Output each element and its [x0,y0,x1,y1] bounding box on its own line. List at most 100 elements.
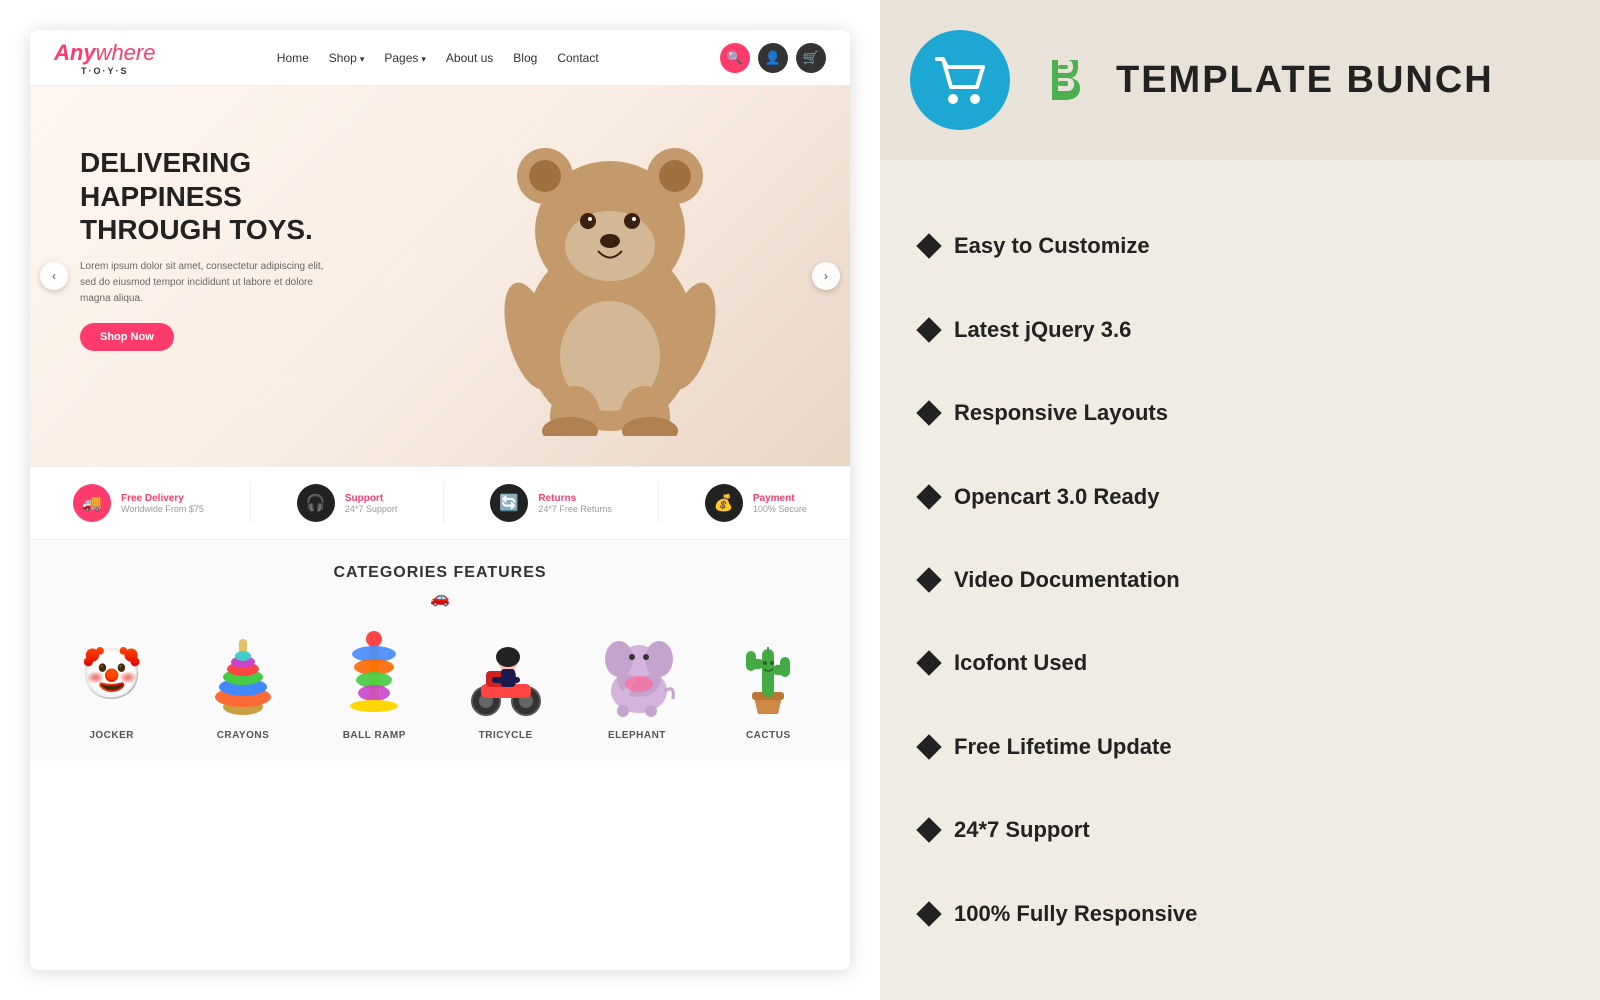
feature-support-sub: 24*7 Support [345,504,398,514]
feature-delivery: 🚚 Free Delivery Worldwide From $75 [73,484,204,522]
nav-contact[interactable]: Contact [557,51,598,65]
bullet-6 [916,734,941,759]
hero-content: DELIVERING HAPPINESS THROUGH TOYS. Lorem… [80,146,380,351]
feature-payment: 💰 Payment 100% Secure [705,484,807,522]
tricycle-image [456,624,556,724]
nav-blog[interactable]: Blog [513,51,537,65]
ball-ramp-label: BALL RAMP [343,730,406,741]
feature-label-8: 100% Fully Responsive [954,901,1197,927]
nav-pages[interactable]: Pages [384,51,426,65]
feature-row-3: Opencart 3.0 Ready [920,480,1560,514]
feature-payment-text: Payment 100% Secure [753,493,807,514]
feature-label-7: 24*7 Support [954,817,1090,843]
bullet-1 [916,317,941,342]
cactus-label: CACTUS [746,730,791,741]
feature-row-4: Video Documentation [920,563,1560,597]
feature-divider-2 [443,483,444,523]
feature-payment-sub: 100% Secure [753,504,807,514]
carousel-right-arrow[interactable]: › [812,262,840,290]
feature-label-6: Free Lifetime Update [954,734,1172,760]
category-tricycle[interactable]: TRICYCLE [456,624,556,741]
feature-row-2: Responsive Layouts [920,396,1560,430]
feature-row-8: 100% Fully Responsive [920,897,1560,931]
category-ball-ramp[interactable]: BALL RAMP [324,624,424,741]
tricycle-label: TRICYCLE [479,730,533,741]
feature-delivery-sub: Worldwide From $75 [121,504,204,514]
carousel-left-arrow[interactable]: ‹ [40,262,68,290]
feature-returns-sub: 24*7 Free Returns [538,504,612,514]
feature-row-1: Latest jQuery 3.6 [920,313,1560,347]
jocker-label: JOCKER [89,730,134,741]
header-icons: 🔍 👤 🛒 [720,43,826,73]
feature-returns: 🔄 Returns 24*7 Free Returns [490,484,612,522]
feature-row-0: Easy to Customize [920,229,1560,263]
nav-shop[interactable]: Shop [329,51,365,65]
nav-home[interactable]: Home [277,51,309,65]
feature-label-0: Easy to Customize [954,233,1150,259]
site-logo: Anywhere T·O·Y·S [54,40,155,76]
feature-support-text: Support 24*7 Support [345,493,398,514]
feature-label-2: Responsive Layouts [954,400,1168,426]
hero-section: ‹ DELIVERING HAPPINESS THROUGH TOYS. Lor… [30,86,850,466]
cart-button[interactable]: 🛒 [796,43,826,73]
bullet-7 [916,817,941,842]
hero-title: DELIVERING HAPPINESS THROUGH TOYS. [80,146,380,247]
support-icon: 🎧 [297,484,335,522]
category-cactus[interactable]: CACTUS [718,624,818,741]
feature-support-title: Support [345,493,398,504]
categories-section: CATEGORIES FEATURES 🚗 🤡 JOCKER [30,540,850,761]
category-jocker[interactable]: 🤡 JOCKER [62,624,162,741]
feature-row-5: Icofont Used [920,646,1560,680]
features-bar: 🚚 Free Delivery Worldwide From $75 🎧 Sup… [30,466,850,540]
feature-label-3: Opencart 3.0 Ready [954,484,1159,510]
categories-title: CATEGORIES FEATURES [50,564,830,582]
elephant-image [587,624,687,724]
nav-about[interactable]: About us [446,51,493,65]
bullet-3 [916,484,941,509]
website-frame: Anywhere T·O·Y·S Home Shop Pages About u… [30,30,850,970]
ball-ramp-image [324,624,424,724]
bullet-5 [916,651,941,676]
tb-logo-area: TEMPLATE BUNCH [1030,45,1494,115]
payment-icon: 💰 [705,484,743,522]
jocker-image: 🤡 [62,624,162,724]
right-panel: TEMPLATE BUNCH Easy to Customize Latest … [880,0,1600,1000]
feature-payment-title: Payment [753,493,807,504]
features-list: Easy to Customize Latest jQuery 3.6 Resp… [880,160,1600,1000]
site-header: Anywhere T·O·Y·S Home Shop Pages About u… [30,30,850,86]
feature-label-5: Icofont Used [954,650,1087,676]
elephant-label: ELEPHANT [608,730,666,741]
site-nav: Home Shop Pages About us Blog Contact [277,51,599,65]
feature-returns-text: Returns 24*7 Free Returns [538,493,612,514]
shop-now-button[interactable]: Shop Now [80,323,174,351]
hero-bear-image [450,96,770,456]
hero-description: Lorem ipsum dolor sit amet, consectetur … [80,259,340,307]
user-button[interactable]: 👤 [758,43,788,73]
cactus-image [718,624,818,724]
left-panel: Anywhere T·O·Y·S Home Shop Pages About u… [0,0,880,1000]
feature-row-6: Free Lifetime Update [920,730,1560,764]
delivery-icon: 🚚 [73,484,111,522]
tb-header: TEMPLATE BUNCH [880,0,1600,160]
feature-divider-3 [658,483,659,523]
feature-label-1: Latest jQuery 3.6 [954,317,1131,343]
logo-toys: T·O·Y·S [54,66,155,76]
category-crayons[interactable]: CRAYONS [193,624,293,741]
returns-icon: 🔄 [490,484,528,522]
search-button[interactable]: 🔍 [720,43,750,73]
feature-delivery-text: Free Delivery Worldwide From $75 [121,493,204,514]
crayons-image [193,624,293,724]
bullet-0 [916,234,941,259]
bullet-8 [916,901,941,926]
bullet-2 [916,400,941,425]
tb-brand-name: TEMPLATE BUNCH [1116,59,1494,102]
feature-divider-1 [250,483,251,523]
categories-grid: 🤡 JOCKER [50,624,830,741]
feature-support: 🎧 Support 24*7 Support [297,484,398,522]
section-divider-icon: 🚗 [50,588,830,608]
feature-returns-title: Returns [538,493,612,504]
category-elephant[interactable]: ELEPHANT [587,624,687,741]
feature-label-4: Video Documentation [954,567,1180,593]
bullet-4 [916,567,941,592]
tb-cart-icon [910,30,1010,130]
